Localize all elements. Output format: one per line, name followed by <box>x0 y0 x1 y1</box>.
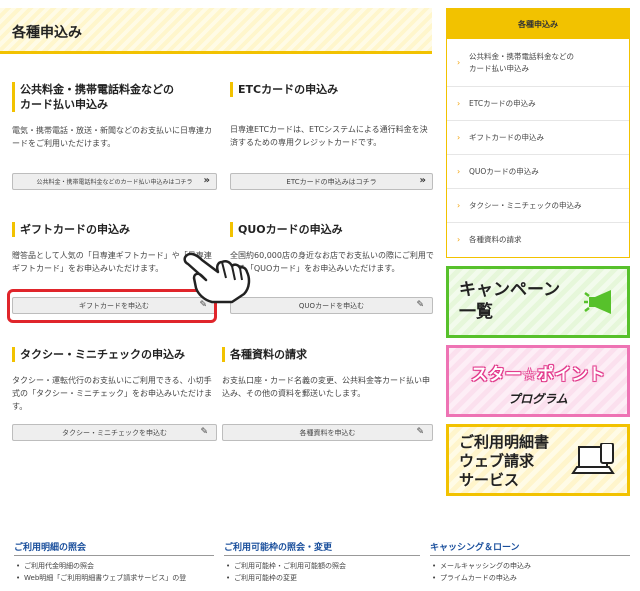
campaign-banner[interactable]: キャンペーン 一覧 <box>446 266 630 338</box>
chevron-right-icon: › <box>457 57 461 67</box>
section-taxi: タクシー・ミニチェックの申込み タクシー・運転代行のお支払いにご利用できる、小切… <box>12 347 217 413</box>
etc-button[interactable]: ETCカードの申込みはコチラ » <box>230 173 433 190</box>
chevron-right-icon: › <box>457 98 461 108</box>
footer-link[interactable]: メールキャッシングの申込み <box>430 560 630 572</box>
sidebar-menu: 各種申込み › 公共料金・携帯電話料金などの カード払い申込み › ETCカードの… <box>446 8 630 258</box>
section-public-payment: 公共料金・携帯電話料金などの カード払い申込み 電気・携帯電話・放送・新聞などの… <box>12 82 217 150</box>
pointing-hand-icon <box>183 252 251 304</box>
footer-title[interactable]: ご利用明細の照会 <box>14 540 214 556</box>
section-quo: QUOカードの申込み 全国約60,000店の身近なお店でお支払いの際にご利用でき… <box>230 222 435 275</box>
section-desc: 全国約60,000店の身近なお店でお支払いの際にご利用できる「QUOカード」をお… <box>230 251 434 273</box>
sidebar-title: 各種申込み <box>447 9 629 39</box>
megaphone-icon <box>584 290 611 314</box>
section-title: 各種資料の請求 <box>222 347 434 362</box>
footer-title[interactable]: キャッシング＆ローン <box>430 540 630 556</box>
double-chevron-right-icon: » <box>419 175 427 186</box>
chevron-right-icon: › <box>457 200 461 210</box>
footer-statement: ご利用明細の照会 ご利用代金明細の照会 Web明細「ご利用明細書ウェブ請求サービ… <box>14 540 214 584</box>
chevron-right-icon: › <box>457 166 461 176</box>
star-point-banner[interactable]: スター☆ポイント プログラム <box>446 345 630 417</box>
main-header: 各種申込み <box>0 8 432 54</box>
footer-link[interactable]: ご利用可能枠の変更 <box>224 572 420 584</box>
footer-link[interactable]: Web明細「ご利用明細書ウェブ請求サービス」の登 <box>14 572 214 584</box>
double-chevron-right-icon: » <box>203 175 211 186</box>
section-docs: 各種資料の請求 お支払口座・カード名義の変更、公共料金等カード払い申込み、その他… <box>222 347 434 400</box>
sidebar-item-docs[interactable]: › 各種資料の請求 <box>447 223 629 257</box>
section-title: ギフトカードの申込み <box>12 222 217 237</box>
edit-icon: ✎ <box>416 427 424 437</box>
section-title: ETCカードの申込み <box>230 82 435 97</box>
section-desc: お支払口座・カード名義の変更、公共料金等カード払い申込み、その他の資料を郵送いた… <box>222 376 430 398</box>
section-desc: 日専連ETCカードは、ETCシステムによる通行料金を決済するための専用クレジット… <box>230 125 428 147</box>
section-desc: タクシー・運転代行のお支払いにご利用できる、小切手式の「タクシー・ミニチェック」… <box>12 376 212 411</box>
footer-title[interactable]: ご利用可能枠の照会・変更 <box>224 540 420 556</box>
footer-cashing: キャッシング＆ローン メールキャッシングの申込み プライムカードの申込み <box>430 540 630 584</box>
sidebar-item-gift[interactable]: › ギフトカードの申込み <box>447 121 629 155</box>
public-payment-button[interactable]: 公共料金・携帯電話料金などのカード払い申込みはコチラ » <box>12 173 217 190</box>
sidebar-item-public-payment[interactable]: › 公共料金・携帯電話料金などの カード払い申込み <box>447 39 629 87</box>
chevron-right-icon: › <box>457 235 461 244</box>
edit-icon: ✎ <box>416 300 424 310</box>
section-etc: ETCカードの申込み 日専連ETCカードは、ETCシステムによる通行料金を決済す… <box>230 82 435 149</box>
footer-link[interactable]: ご利用代金明細の照会 <box>14 560 214 572</box>
taxi-check-button[interactable]: タクシー・ミニチェックを申込む ✎ <box>12 424 217 441</box>
section-title: 公共料金・携帯電話料金などの カード払い申込み <box>12 82 217 112</box>
footer-link[interactable]: ご利用可能枠・ご利用可能額の照会 <box>224 560 420 572</box>
laptop-phone-icon <box>571 443 615 474</box>
quo-card-button[interactable]: QUOカードを申込む ✎ <box>230 297 433 314</box>
sidebar-item-quo[interactable]: › QUOカードの申込み <box>447 155 629 189</box>
section-title: QUOカードの申込み <box>230 222 435 237</box>
sidebar-item-etc[interactable]: › ETCカードの申込み <box>447 87 629 121</box>
chevron-right-icon: › <box>457 132 461 142</box>
section-desc: 電気・携帯電話・放送・新聞などのお支払いに日専連カードをご利用いただけます。 <box>12 126 212 148</box>
documents-button[interactable]: 各種資料を申込む ✎ <box>222 424 433 441</box>
statement-web-banner[interactable]: ご利用明細書 ウェブ請求 サービス <box>446 424 630 496</box>
sidebar-item-taxi[interactable]: › タクシー・ミニチェックの申込み <box>447 189 629 223</box>
section-title: タクシー・ミニチェックの申込み <box>12 347 217 362</box>
footer-limit: ご利用可能枠の照会・変更 ご利用可能枠・ご利用可能額の照会 ご利用可能枠の変更 <box>224 540 420 584</box>
footer-link[interactable]: プライムカードの申込み <box>430 572 630 584</box>
edit-icon: ✎ <box>200 427 208 437</box>
page-title: 各種申込み <box>12 25 82 41</box>
